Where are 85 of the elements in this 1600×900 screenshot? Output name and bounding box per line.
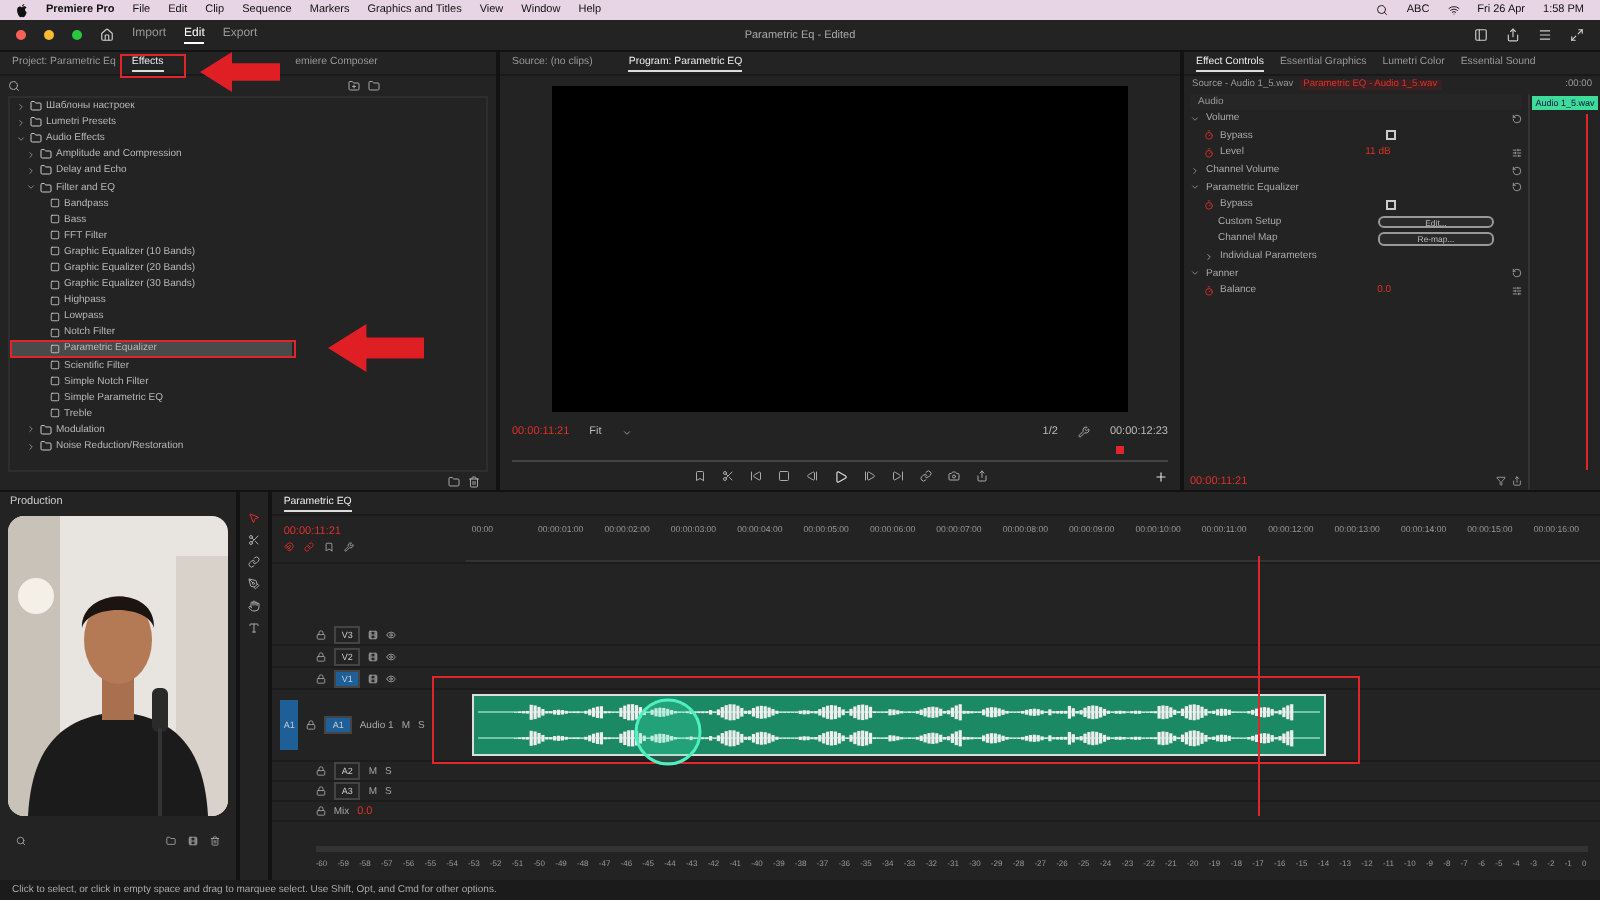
- folder-icon: [40, 181, 52, 194]
- folder-icon: [40, 164, 52, 177]
- cut-icon[interactable]: [721, 470, 733, 482]
- pen-tool-icon[interactable]: [247, 578, 260, 590]
- chevron-icon[interactable]: [16, 117, 26, 128]
- lock-icon[interactable]: [315, 673, 326, 683]
- export-icon[interactable]: [1512, 476, 1522, 487]
- eye-icon[interactable]: [386, 673, 397, 683]
- zoom-icon[interactable]: [16, 836, 26, 846]
- hand-tool-icon[interactable]: [247, 600, 260, 612]
- lock-icon[interactable]: [315, 806, 326, 816]
- step-forward-icon[interactable]: [863, 470, 875, 482]
- file-icon[interactable]: [188, 836, 198, 846]
- folder-icon: [30, 132, 42, 145]
- go-to-out-icon[interactable]: [891, 470, 903, 482]
- razor-tool-icon[interactable]: [247, 534, 260, 546]
- play-icon[interactable]: [833, 469, 847, 483]
- folder-icon[interactable]: [448, 475, 460, 487]
- minimize-button[interactable]: [44, 30, 54, 40]
- share-icon[interactable]: [1506, 28, 1520, 42]
- type-tool-icon[interactable]: [247, 622, 260, 634]
- marker-icon[interactable]: [693, 470, 705, 482]
- folder-icon: [30, 116, 42, 129]
- filter-icon[interactable]: [1496, 476, 1506, 487]
- safe-margins-icon[interactable]: [777, 470, 789, 482]
- film-icon[interactable]: [368, 651, 379, 661]
- apple-icon[interactable]: [16, 3, 28, 17]
- folder-icon: [40, 148, 52, 161]
- film-icon[interactable]: [368, 673, 379, 683]
- chevron-icon[interactable]: [26, 149, 36, 160]
- search-icon[interactable]: [1376, 4, 1389, 16]
- wrench-icon[interactable]: [343, 542, 354, 552]
- wifi-icon[interactable]: [1447, 4, 1460, 16]
- folder-icon: [40, 423, 52, 436]
- lock-icon[interactable]: [315, 629, 326, 639]
- lock-icon[interactable]: [315, 786, 326, 796]
- highlight-frame: [120, 54, 186, 78]
- chevron-icon[interactable]: [26, 424, 36, 435]
- folder-icon: [30, 100, 42, 113]
- cursor-highlight-icon: [631, 696, 704, 768]
- lock-icon[interactable]: [315, 766, 326, 776]
- folder-icon[interactable]: [368, 80, 380, 92]
- chevron-icon[interactable]: [26, 441, 36, 452]
- wrench-icon[interactable]: [1077, 426, 1090, 438]
- snap-icon[interactable]: [283, 542, 294, 552]
- reset-icon[interactable]: [1512, 268, 1522, 279]
- chevron-icon[interactable]: [1190, 113, 1200, 124]
- step-back-icon[interactable]: [805, 470, 817, 482]
- chevron-icon[interactable]: [16, 101, 26, 112]
- trash-icon[interactable]: [468, 475, 480, 487]
- marker-icon[interactable]: [323, 542, 334, 552]
- trash-icon[interactable]: [210, 836, 220, 846]
- dropdown-icon[interactable]: [621, 427, 632, 437]
- select-tool-icon[interactable]: [247, 512, 260, 524]
- zoom-button[interactable]: [72, 30, 82, 40]
- chevron-icon[interactable]: [1190, 165, 1200, 176]
- chevron-icon[interactable]: [26, 182, 36, 193]
- camera-icon[interactable]: [947, 470, 959, 482]
- reset-icon[interactable]: [1512, 182, 1522, 193]
- search-icon[interactable]: [8, 80, 20, 92]
- checkbox[interactable]: [1385, 199, 1396, 210]
- chevron-icon[interactable]: [26, 165, 36, 176]
- fullscreen-icon[interactable]: [1570, 28, 1584, 42]
- chevron-icon[interactable]: [1190, 182, 1200, 193]
- go-to-in-icon[interactable]: [749, 470, 761, 482]
- bin-icon[interactable]: [348, 80, 360, 92]
- chevron-icon[interactable]: [1190, 268, 1200, 279]
- folder-icon[interactable]: [166, 836, 176, 846]
- menu-icon[interactable]: [1538, 28, 1552, 42]
- reset-icon[interactable]: [1512, 113, 1522, 124]
- home-icon[interactable]: [100, 28, 114, 42]
- export-icon[interactable]: [975, 470, 987, 482]
- lock-icon[interactable]: [315, 651, 326, 661]
- lock-icon[interactable]: [306, 720, 317, 730]
- folder-icon: [40, 440, 52, 453]
- chevron-icon[interactable]: [1204, 251, 1214, 262]
- close-button[interactable]: [16, 30, 26, 40]
- add-icon[interactable]: [1154, 470, 1168, 484]
- eye-icon[interactable]: [386, 651, 397, 661]
- checkbox[interactable]: [1385, 130, 1396, 141]
- reset-icon[interactable]: [1512, 165, 1522, 176]
- panel-icon[interactable]: [1474, 28, 1488, 42]
- chevron-icon[interactable]: [16, 133, 26, 144]
- eye-icon[interactable]: [386, 629, 397, 639]
- film-icon[interactable]: [368, 629, 379, 639]
